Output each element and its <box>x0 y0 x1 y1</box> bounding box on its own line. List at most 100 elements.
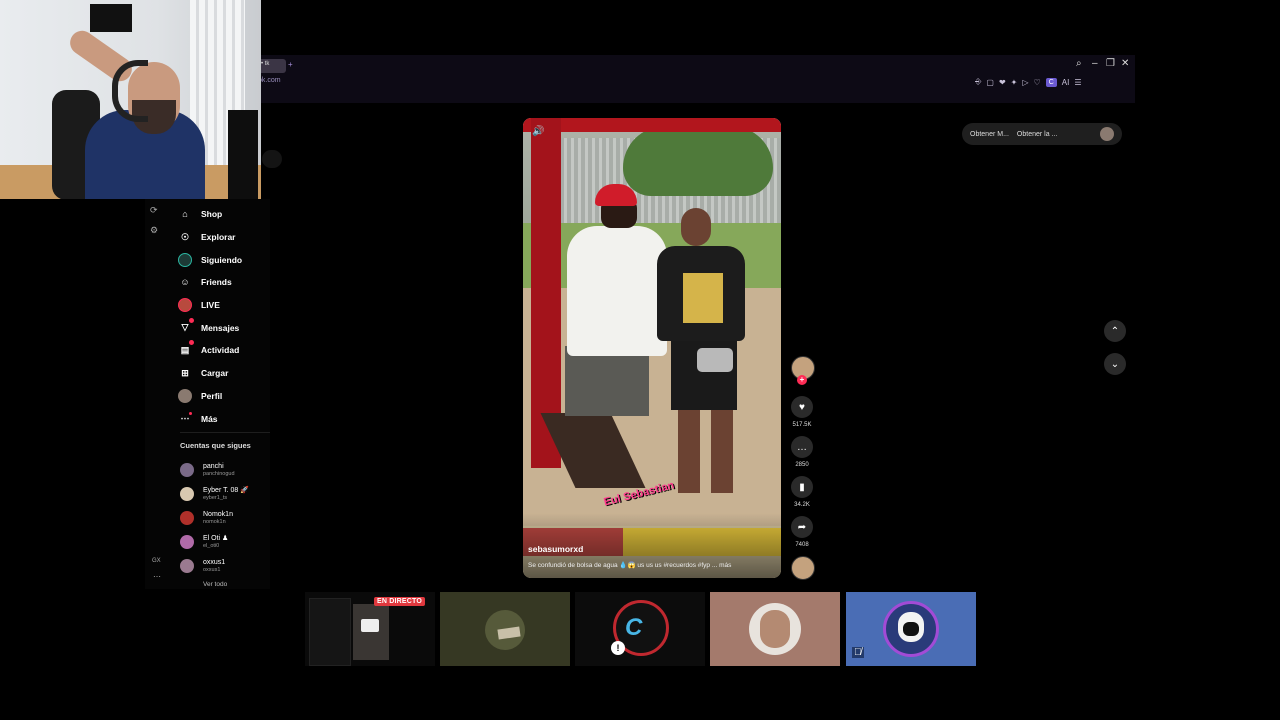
list-item[interactable]: Eyber T. 08 🚀 eyber1_ts <box>180 482 275 506</box>
following-avatar-icon <box>178 252 192 267</box>
sidebar-item-actividad[interactable]: ▤ Actividad <box>178 339 278 362</box>
get-app-pill: Obtener M... Obtener la ... <box>962 123 1122 145</box>
account-handle: eyber1_ts <box>203 494 228 501</box>
account-handle: el_oti0 <box>203 542 220 549</box>
previous-video-button[interactable]: ⌃ <box>1104 320 1126 342</box>
live-badge: EN DIRECTO <box>374 597 426 606</box>
ai-button[interactable]: AI <box>1062 78 1070 87</box>
profile-c-button[interactable]: C <box>1045 77 1057 87</box>
more-icon: ⋯ <box>178 411 192 426</box>
browser-side-icons: ⟳ ⚙ <box>150 205 158 236</box>
avatar <box>180 487 194 501</box>
settings-icon[interactable]: ⚙ <box>150 225 158 236</box>
account-handle: oxxus1 <box>203 566 221 573</box>
volume-icon[interactable]: 🔊 <box>532 126 544 137</box>
participant-tile-5[interactable]: 🎙̸ <box>846 592 976 666</box>
live-avatar-icon <box>178 298 192 313</box>
close-icon[interactable]: ✕ <box>1121 58 1129 69</box>
user-avatar[interactable] <box>1100 127 1114 141</box>
like-button[interactable]: ♥ <box>791 396 813 418</box>
list-item[interactable]: panchi panchinogud <box>180 458 275 482</box>
sidebar-item-label: Cargar <box>201 368 229 379</box>
menu-icon[interactable]: ☰ <box>1074 78 1081 87</box>
restore-icon[interactable]: ❐ <box>1106 58 1115 69</box>
share-button[interactable]: ➦ <box>791 516 813 538</box>
chevron-down-icon: ⌄ <box>1110 358 1120 370</box>
video-caption: Se confundió de bolsa de agua 💧😱 us us u… <box>528 562 732 569</box>
new-tab-button[interactable]: + <box>288 60 293 69</box>
follow-plus-button[interactable]: + <box>797 375 807 385</box>
sidebar-item-live[interactable]: LIVE <box>178 294 278 317</box>
browser-tab[interactable]: • tk <box>258 59 286 73</box>
sidebar-item-friends[interactable]: ☺ Friends <box>178 271 278 294</box>
share-icon: ➦ <box>797 521 807 533</box>
avatar <box>180 511 194 525</box>
mute-icon: ! <box>611 641 625 655</box>
sidebar-item-mas[interactable]: ⋯ Más <box>178 407 278 430</box>
sidebar-item-shop[interactable]: ⌂ Shop <box>178 203 278 226</box>
video-author[interactable]: sebasumorxd <box>528 544 583 554</box>
friends-icon: ☺ <box>180 277 190 288</box>
extension-icon[interactable]: ✦ <box>1011 78 1018 87</box>
search-icon[interactable]: ⌕ <box>1076 58 1082 69</box>
video-player[interactable] <box>523 118 781 578</box>
screen-share-icon <box>361 619 379 632</box>
sidebar-nav: ⌂ Shop ☉ Explorar Siguiendo ☺ Friends LI… <box>178 203 278 430</box>
get-coins-button[interactable]: Obtener M... <box>970 131 1009 138</box>
collapsed-search[interactable] <box>262 150 282 168</box>
account-handle: panchinogud <box>203 470 235 477</box>
see-all-link[interactable]: Ver todo <box>203 581 227 588</box>
snapshot-icon[interactable]: ⎆ <box>975 77 981 87</box>
participant-tile-3[interactable]: C ! <box>575 592 705 666</box>
gx-label: GX <box>152 558 161 564</box>
sidebar-item-label: Shop <box>201 209 223 220</box>
list-item[interactable]: Nomok1n nomok1n <box>180 506 275 530</box>
upload-icon: ⊞ <box>181 367 189 378</box>
shield-icon[interactable]: ❤ <box>999 78 1006 87</box>
divider <box>180 432 270 433</box>
sidebar-item-label: Explorar <box>201 232 236 243</box>
messages-icon: ▽ <box>178 317 194 335</box>
participant-tile-2[interactable] <box>440 592 570 666</box>
share-count: 7408 <box>795 542 809 548</box>
like-count: 517.5K <box>792 422 812 428</box>
tab-icon[interactable]: ▢ <box>986 78 994 87</box>
minimize-icon[interactable]: – <box>1092 58 1098 69</box>
account-name: panchi <box>203 462 224 470</box>
profile-avatar-icon <box>178 388 192 403</box>
participant-tile-4[interactable] <box>710 592 840 666</box>
sidebar-item-cargar[interactable]: ⊞ Cargar <box>178 362 278 385</box>
next-video-button[interactable]: ⌄ <box>1104 353 1126 375</box>
get-app-button[interactable]: Obtener la ... <box>1017 131 1057 138</box>
sidebar-item-label: Actividad <box>201 345 240 356</box>
sidebar-item-label: Más <box>201 413 218 424</box>
webcam-overlay <box>0 0 261 199</box>
browser-toolbar: ⎆ ▢ ❤ ✦ ▷ ♡ C AI ☰ <box>975 76 1082 88</box>
play-icon[interactable]: ▷ <box>1022 78 1028 87</box>
sidebar-item-perfil[interactable]: Perfil <box>178 385 278 408</box>
address-bar[interactable]: ok.com <box>258 77 281 84</box>
sidebar-item-explorar[interactable]: ☉ Explorar <box>178 226 278 249</box>
heart-icon[interactable]: ♡ <box>1034 78 1041 87</box>
bookmark-icon: ▮ <box>799 481 805 493</box>
comment-count: 2850 <box>795 462 809 468</box>
list-item[interactable]: El Oti ♟ el_oti0 <box>180 530 275 554</box>
comment-icon: … <box>797 441 807 453</box>
avatar <box>180 535 194 549</box>
account-name: Eyber T. 08 🚀 <box>203 486 249 494</box>
sound-disc-avatar[interactable] <box>791 556 815 580</box>
save-button[interactable]: ▮ <box>791 476 813 498</box>
list-item[interactable]: oxxus1 oxxus1 <box>180 554 275 578</box>
avatar <box>180 463 194 477</box>
sidebar-item-mensajes[interactable]: ▽ Mensajes <box>178 316 278 339</box>
sidebar-item-label: Mensajes <box>201 322 240 333</box>
sidebar-item-siguiendo[interactable]: Siguiendo <box>178 248 278 271</box>
mic-off-icon: 🎙̸ <box>852 647 864 658</box>
logo-c-icon: C <box>625 614 643 641</box>
more-icon[interactable]: ⋯ <box>153 572 161 581</box>
history-icon[interactable]: ⟳ <box>150 205 158 216</box>
account-handle: nomok1n <box>203 518 226 525</box>
sidebar-item-label: Perfil <box>201 390 223 401</box>
comment-button[interactable]: … <box>791 436 813 458</box>
following-accounts-title: Cuentas que sigues <box>180 441 251 450</box>
